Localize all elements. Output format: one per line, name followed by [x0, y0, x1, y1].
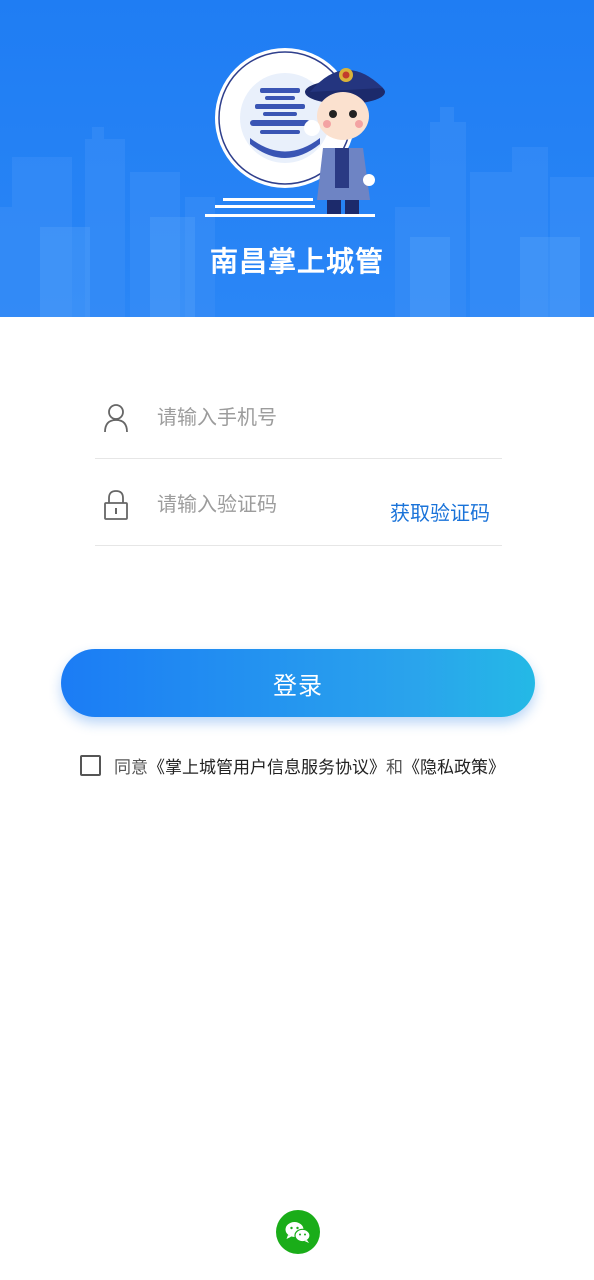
code-input[interactable] [157, 489, 377, 519]
wechat-login-button[interactable] [276, 1210, 320, 1254]
agreement-checkbox[interactable] [80, 754, 101, 776]
header-banner: 南昌掌上城管 [0, 0, 594, 317]
phone-field-row [95, 372, 502, 459]
agreement-conjunction: 和 [386, 757, 403, 778]
user-icon [103, 402, 129, 434]
service-agreement-link[interactable]: 《掌上城管用户信息服务协议》 [148, 758, 386, 778]
agreement-text: 同意《掌上城管用户信息服务协议》和《隐私政策》 [114, 753, 505, 778]
login-screen: 南昌掌上城管 获取验证码 登录 同意《掌上城管用户信息服务协议》和《隐私政策》 [0, 0, 594, 1280]
city-management-logo [205, 40, 395, 225]
privacy-policy-link[interactable]: 《隐私政策》 [403, 758, 505, 778]
lock-icon [103, 489, 129, 521]
code-field-row: 获取验证码 [95, 459, 502, 546]
agreement-row: 同意《掌上城管用户信息服务协议》和《隐私政策》 [80, 752, 505, 778]
app-title: 南昌掌上城管 [209, 245, 384, 278]
phone-input[interactable] [157, 402, 377, 432]
agreement-prefix: 同意 [114, 757, 148, 778]
get-code-button[interactable]: 获取验证码 [390, 497, 490, 526]
wechat-icon [285, 1222, 311, 1243]
login-button[interactable]: 登录 [61, 649, 535, 717]
